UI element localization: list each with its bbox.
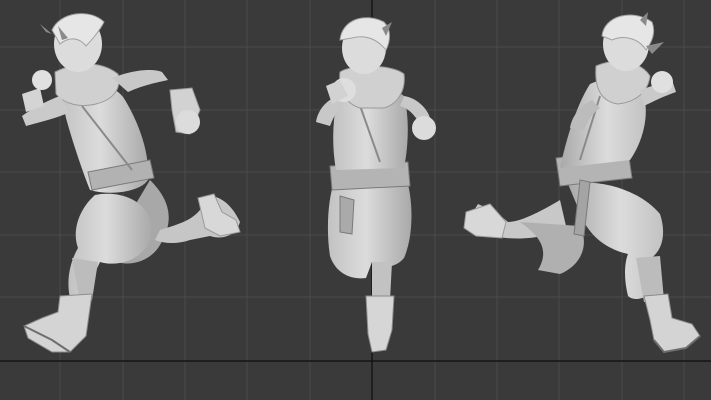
model-left-fist-back (176, 110, 200, 134)
model-right-fist-front (651, 71, 673, 93)
viewport-canvas[interactable] (0, 0, 711, 400)
3d-viewport[interactable] (0, 0, 711, 400)
model-center-pouch (339, 195, 355, 235)
model-center-fist-right (412, 116, 436, 140)
model-left-fist-front (32, 70, 52, 90)
